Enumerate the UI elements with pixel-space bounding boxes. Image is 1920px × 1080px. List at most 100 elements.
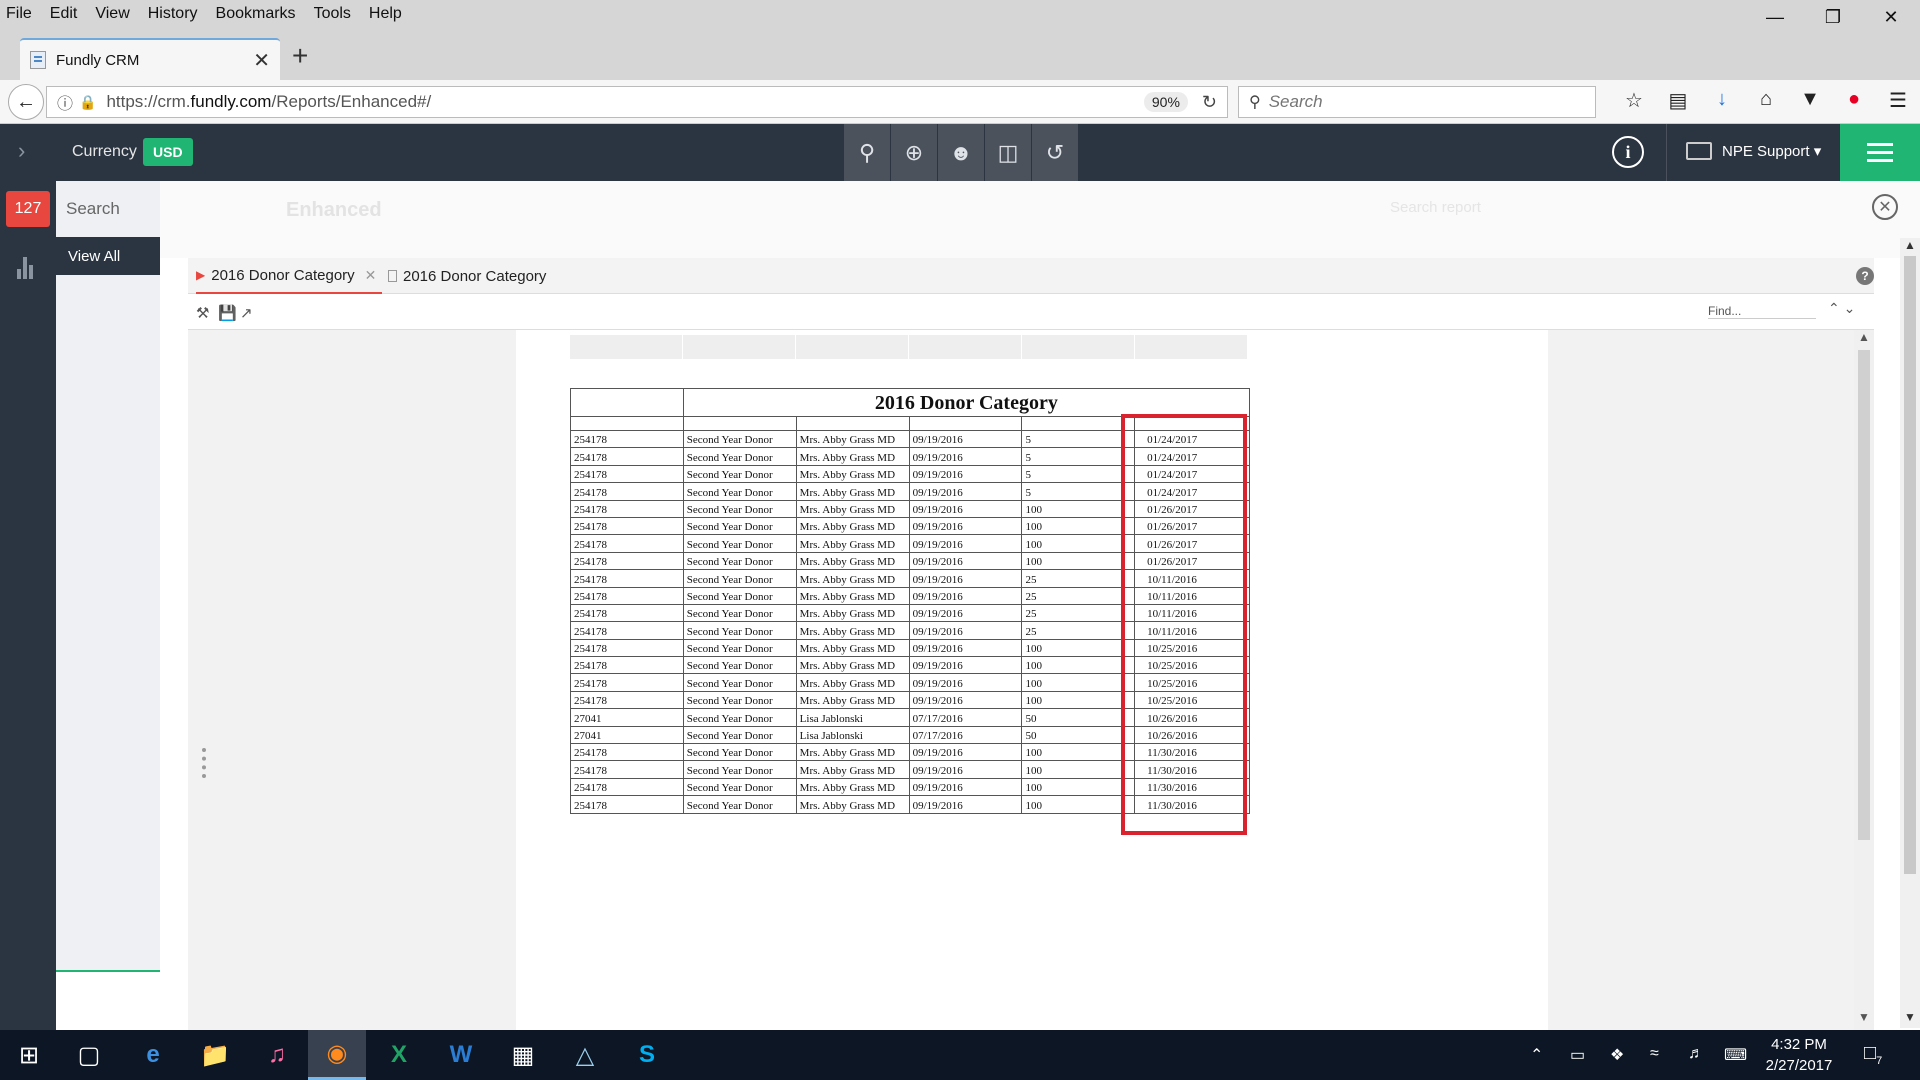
resize-handle[interactable] xyxy=(202,748,206,778)
donor-id-cell: 254178 xyxy=(570,534,684,553)
calculator-icon[interactable]: ▦ xyxy=(494,1030,552,1080)
address-bar[interactable]: ⓘ 🔒 https://crm.fundly.com/Reports/Enhan… xyxy=(46,86,1228,118)
notification-count: 7 xyxy=(1876,1055,1883,1067)
close-tab-icon[interactable]: ✕ xyxy=(365,267,377,284)
excel-icon[interactable]: X xyxy=(370,1030,428,1080)
scroll-down-icon[interactable]: ▼ xyxy=(1904,1010,1916,1024)
scroll-thumb[interactable] xyxy=(1904,256,1916,874)
menu-view[interactable]: View xyxy=(86,5,138,23)
viewer-scrollbar[interactable]: ▲ ▼ xyxy=(1854,330,1874,1030)
donor-id-cell: 254178 xyxy=(570,551,684,571)
export-icon[interactable]: ↗ xyxy=(240,304,253,322)
amount-cell: 100 xyxy=(1021,743,1136,762)
records-icon[interactable]: ◫ xyxy=(985,124,1031,181)
battery-icon[interactable]: ▭ xyxy=(1570,1045,1585,1065)
currency-badge[interactable]: USD xyxy=(143,138,193,166)
menu-bookmarks[interactable]: Bookmarks xyxy=(207,5,305,23)
dropbox-icon[interactable]: ❖ xyxy=(1610,1045,1624,1065)
notification-center-icon[interactable]: □7 xyxy=(1864,1042,1882,1067)
browser-search-box[interactable]: ⚲ xyxy=(1238,86,1596,118)
donor-name-cell: Mrs. Abby Grass MD xyxy=(795,429,910,449)
clock[interactable]: 4:32 PM 2/27/2017 xyxy=(1754,1034,1844,1076)
report-page-header: Enhanced Search report xyxy=(160,181,1920,258)
back-button[interactable]: ← xyxy=(8,84,44,120)
word-icon[interactable]: W xyxy=(432,1030,490,1080)
bar-chart-icon[interactable] xyxy=(17,255,39,279)
donor-id-cell: 254178 xyxy=(570,656,684,675)
tab-report-2[interactable]: 2016 Donor Category xyxy=(388,258,546,294)
zoom-indicator[interactable]: 90% xyxy=(1143,92,1188,112)
back-arrow-icon: ← xyxy=(16,90,36,113)
first-gift-date-cell: 09/19/2016 xyxy=(908,551,1023,571)
close-tab-icon[interactable]: ✕ xyxy=(253,48,270,73)
close-viewer-icon[interactable]: ✕ xyxy=(1872,194,1898,220)
view-all-button[interactable]: View All xyxy=(56,237,160,275)
browser-tab[interactable]: Fundly CRM ✕ xyxy=(20,38,280,80)
scroll-down-icon[interactable]: ▼ xyxy=(1858,1010,1870,1024)
page-scrollbar[interactable]: ▲ ▼ xyxy=(1900,238,1920,1028)
firefox-icon[interactable]: ◉ xyxy=(308,1030,366,1080)
search-icon[interactable]: ⚲ xyxy=(844,124,890,181)
app-icon[interactable]: △ xyxy=(556,1030,614,1080)
donor-id-cell: 254178 xyxy=(570,795,684,814)
history-icon[interactable]: ↺ xyxy=(1032,124,1078,181)
skype-icon[interactable]: S xyxy=(618,1030,676,1080)
scroll-up-icon[interactable]: ▲ xyxy=(1904,238,1916,252)
main-menu-button[interactable] xyxy=(1840,124,1920,181)
find-prev-next-icon[interactable]: ⌃ ⌄ xyxy=(1828,300,1855,317)
expand-chevron-icon[interactable]: › xyxy=(18,138,25,164)
reading-list-icon[interactable]: ▤ xyxy=(1656,88,1700,113)
browser-search-input[interactable] xyxy=(1268,92,1569,112)
pocket-icon[interactable]: ▼ xyxy=(1788,88,1832,113)
report-title: 2016 Donor Category xyxy=(682,388,1251,417)
start-windows-icon[interactable]: ⊞ xyxy=(0,1030,58,1080)
site-info-icon[interactable]: ⓘ xyxy=(57,90,73,114)
notification-badge[interactable]: 127 xyxy=(6,191,50,227)
pinterest-icon[interactable]: ● xyxy=(1832,88,1876,113)
task-view-icon[interactable]: ▢ xyxy=(60,1030,118,1080)
scroll-thumb[interactable] xyxy=(1858,350,1870,840)
donor-id-cell: 254178 xyxy=(570,743,684,762)
category-cell: Second Year Donor xyxy=(682,482,797,501)
person-icon[interactable]: ☻ xyxy=(938,124,984,181)
category-cell: Second Year Donor xyxy=(682,586,797,605)
page-favicon-icon xyxy=(30,51,46,69)
sidebar-search-input[interactable]: Search xyxy=(66,199,120,219)
donor-id-cell: 254178 xyxy=(570,690,684,710)
help-icon[interactable]: ? xyxy=(1856,267,1874,285)
browser-menu-icon[interactable]: ☰ xyxy=(1876,88,1920,113)
tab-report-active[interactable]: ▶ 2016 Donor Category ✕ xyxy=(196,258,383,294)
report-title-row: 2016 Donor Category xyxy=(570,388,1251,417)
menu-file[interactable]: File xyxy=(0,5,41,23)
wifi-icon[interactable]: ≈ xyxy=(1650,1045,1659,1063)
info-icon[interactable]: i xyxy=(1612,136,1644,168)
donor-name-cell: Mrs. Abby Grass MD xyxy=(795,690,910,710)
tray-chevron-icon[interactable]: ⌃ xyxy=(1530,1045,1543,1065)
reload-icon[interactable]: ↻ xyxy=(1202,92,1217,113)
save-icon[interactable]: 💾 xyxy=(218,304,237,322)
report-ghost-header xyxy=(570,335,1248,359)
edit-tools-icon[interactable]: ⚒ xyxy=(196,304,209,322)
menu-tools[interactable]: Tools xyxy=(305,5,360,23)
scroll-up-icon[interactable]: ▲ xyxy=(1858,330,1870,344)
url-text[interactable]: https://crm.fundly.com/Reports/Enhanced#… xyxy=(106,92,1143,112)
keyboard-icon[interactable]: ⌨ xyxy=(1724,1045,1747,1065)
edge-icon[interactable]: e xyxy=(124,1030,182,1080)
menu-edit[interactable]: Edit xyxy=(41,5,87,23)
bookmark-star-icon[interactable]: ☆ xyxy=(1612,88,1656,113)
download-icon[interactable]: ↓ xyxy=(1700,88,1744,113)
menu-help[interactable]: Help xyxy=(360,5,411,23)
find-input[interactable]: Find... xyxy=(1708,304,1816,319)
amount-cell: 100 xyxy=(1021,777,1136,797)
add-icon[interactable]: ⊕ xyxy=(891,124,937,181)
viewer-tabs: ▶ 2016 Donor Category ✕ 2016 Donor Categ… xyxy=(188,258,1874,294)
itunes-icon[interactable]: ♫ xyxy=(248,1030,306,1080)
user-menu[interactable]: NPE Support ▾ xyxy=(1686,142,1821,160)
menu-history[interactable]: History xyxy=(139,5,207,23)
file-explorer-icon[interactable]: 📁 xyxy=(186,1030,244,1080)
volume-icon[interactable]: ♬ xyxy=(1688,1045,1704,1063)
donor-name-cell: Mrs. Abby Grass MD xyxy=(795,795,910,814)
new-tab-button[interactable]: + xyxy=(292,40,308,72)
home-icon[interactable]: ⌂ xyxy=(1744,88,1788,113)
first-gift-date-cell: 09/19/2016 xyxy=(908,743,1023,762)
